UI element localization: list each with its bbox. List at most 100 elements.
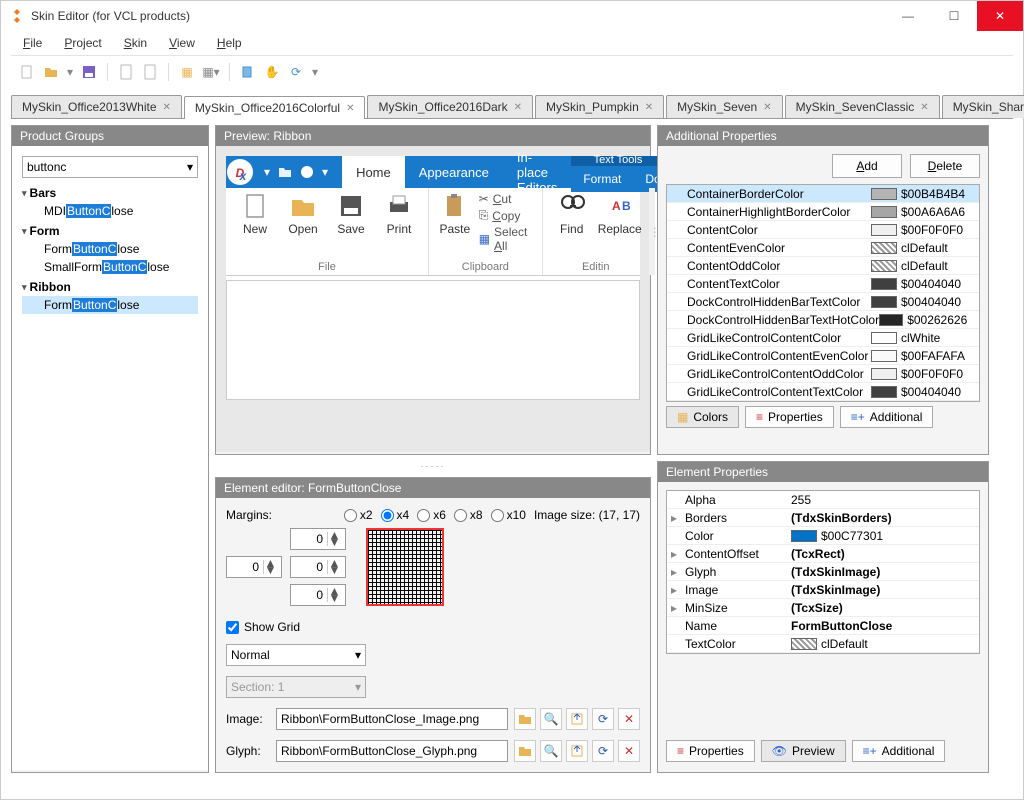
copy-icon[interactable] bbox=[238, 62, 258, 82]
tab-5[interactable]: MySkin_SevenClassic✕ bbox=[785, 95, 940, 118]
minimize-button[interactable]: — bbox=[885, 1, 931, 31]
margin-right[interactable]: ▲▼ bbox=[290, 556, 346, 578]
tab-4[interactable]: MySkin_Seven✕ bbox=[666, 95, 782, 118]
tree-group-bars[interactable]: Bars bbox=[22, 186, 198, 200]
scale-x8[interactable]: x8 bbox=[454, 508, 483, 522]
tree-group-form[interactable]: Form bbox=[22, 224, 198, 238]
tree-group-ribbon[interactable]: Ribbon bbox=[22, 280, 198, 294]
tab-1[interactable]: MySkin_Office2016Colorful✕ bbox=[184, 96, 366, 119]
close-icon[interactable]: ✕ bbox=[763, 102, 771, 113]
rib-cut[interactable]: ✂Cut bbox=[479, 192, 534, 206]
hand-icon[interactable]: ✋ bbox=[262, 62, 282, 82]
menu-project[interactable]: Project bbox=[56, 34, 109, 52]
additional-props-grid[interactable]: ContainerBorderColor$00B4B4B4ContainerHi… bbox=[666, 184, 980, 402]
reload-icon[interactable]: ⟳ bbox=[592, 740, 614, 762]
margin-bottom[interactable]: ▲▼ bbox=[290, 584, 346, 606]
maximize-button[interactable]: ☐ bbox=[931, 1, 977, 31]
dropdown2-icon[interactable]: ▾ bbox=[310, 62, 320, 82]
rib-open[interactable]: Open bbox=[282, 192, 324, 236]
rib-copy[interactable]: ⎘Copy bbox=[479, 208, 534, 223]
element-props-grid[interactable]: Alpha255▸Borders(TdxSkinBorders)Color$00… bbox=[666, 490, 980, 654]
ep-tab-preview[interactable]: 👁Preview bbox=[761, 740, 846, 762]
save-icon[interactable] bbox=[79, 62, 99, 82]
menu-help[interactable]: Help bbox=[209, 34, 250, 52]
tree-item[interactable]: FormButtonClose bbox=[22, 240, 198, 258]
ap-tab-additional[interactable]: ≡+Additional bbox=[840, 406, 934, 428]
rib-print[interactable]: Print bbox=[378, 192, 420, 236]
close-icon[interactable]: ✕ bbox=[645, 102, 653, 113]
reload-icon[interactable]: ⟳ bbox=[592, 708, 614, 730]
menu-file[interactable]: File bbox=[15, 34, 50, 52]
margin-left[interactable]: ▲▼ bbox=[226, 556, 282, 578]
grid1-icon[interactable]: ▦ bbox=[177, 62, 197, 82]
tab-0[interactable]: MySkin_Office2013White✕ bbox=[11, 95, 182, 118]
scale-x4[interactable]: x4 bbox=[381, 508, 410, 522]
ap-tab-colors[interactable]: ▦Colors bbox=[666, 406, 739, 428]
chevron-down-icon: ▾ bbox=[187, 160, 193, 174]
grid2-icon[interactable]: ▦▾ bbox=[201, 62, 221, 82]
delete-icon[interactable]: ✕ bbox=[618, 708, 640, 730]
find-icon[interactable]: 🔍 bbox=[540, 708, 562, 730]
rib-find[interactable]: Find bbox=[551, 192, 593, 236]
delete-icon[interactable]: ✕ bbox=[618, 740, 640, 762]
section-combo[interactable]: Section: 1▾ bbox=[226, 676, 366, 698]
tree-item-selected[interactable]: FormButtonClose bbox=[22, 296, 198, 314]
scale-x2[interactable]: x2 bbox=[344, 508, 373, 522]
browse-icon[interactable] bbox=[514, 708, 536, 730]
qat-open-icon[interactable] bbox=[278, 165, 292, 179]
product-groups-header: Product Groups bbox=[12, 126, 208, 146]
rib-replace[interactable]: ABReplace bbox=[599, 192, 641, 236]
tab-6[interactable]: MySkin_Sharp✕ bbox=[942, 95, 1024, 118]
refresh-icon[interactable]: ⟳ bbox=[286, 62, 306, 82]
open-icon[interactable] bbox=[41, 62, 61, 82]
state-combo[interactable]: Normal▾ bbox=[226, 644, 366, 666]
ep-tab-properties[interactable]: ≡Properties bbox=[666, 740, 755, 762]
ribbon-tab-home[interactable]: Home bbox=[342, 156, 405, 188]
doc1-icon[interactable] bbox=[116, 62, 136, 82]
tree-item[interactable]: MDIButtonClose bbox=[22, 202, 198, 220]
ep-tab-additional[interactable]: ≡+Additional bbox=[852, 740, 946, 762]
rib-paste[interactable]: Paste bbox=[437, 192, 473, 236]
image-path[interactable] bbox=[276, 708, 508, 730]
element-props-header: Element Properties bbox=[658, 462, 988, 482]
close-button[interactable]: ✕ bbox=[977, 1, 1023, 31]
show-grid-check[interactable]: Show Grid bbox=[226, 620, 640, 634]
export-icon[interactable] bbox=[566, 708, 588, 730]
close-icon[interactable]: ✕ bbox=[346, 103, 354, 114]
splitter-h[interactable]: ····· bbox=[215, 461, 651, 471]
tab-2[interactable]: MySkin_Office2016Dark✕ bbox=[367, 95, 533, 118]
rib-save[interactable]: Save bbox=[330, 192, 372, 236]
add-button[interactable]: Add bbox=[832, 154, 902, 178]
dropdown-icon[interactable]: ▾ bbox=[65, 62, 75, 82]
glyph-path[interactable] bbox=[276, 740, 508, 762]
margin-top[interactable]: ▲▼ bbox=[290, 528, 346, 550]
qat-dd-icon[interactable]: ▾ bbox=[322, 165, 328, 179]
select-icon: ▦ bbox=[479, 232, 490, 246]
ribbon-grip[interactable]: ⋮ bbox=[649, 188, 655, 275]
new-icon[interactable] bbox=[17, 62, 37, 82]
ap-tab-properties[interactable]: ≡Properties bbox=[745, 406, 834, 428]
rib-new[interactable]: New bbox=[234, 192, 276, 236]
qat-circle-icon[interactable] bbox=[300, 165, 314, 179]
close-icon[interactable]: ✕ bbox=[514, 102, 522, 113]
close-icon[interactable]: ✕ bbox=[920, 102, 928, 113]
close-icon[interactable]: ✕ bbox=[163, 102, 171, 113]
rib-selectall[interactable]: ▦Select All bbox=[479, 225, 534, 253]
tab-3[interactable]: MySkin_Pumpkin✕ bbox=[535, 95, 664, 118]
browse-icon[interactable] bbox=[514, 740, 536, 762]
ribbon-tab-appearance[interactable]: Appearance bbox=[405, 156, 503, 188]
menu-skin[interactable]: Skin bbox=[116, 34, 155, 52]
ribbon-tab-editors[interactable]: In-place Editors bbox=[503, 156, 571, 188]
filter-combo[interactable]: buttonc▾ bbox=[22, 156, 198, 178]
menu-view[interactable]: View bbox=[161, 34, 203, 52]
tree-item[interactable]: SmallFormButtonClose bbox=[22, 258, 198, 276]
export-icon[interactable] bbox=[566, 740, 588, 762]
scale-x10[interactable]: x10 bbox=[491, 508, 526, 522]
find-icon[interactable]: 🔍 bbox=[540, 740, 562, 762]
qat-save-icon[interactable]: ▾ bbox=[264, 165, 270, 179]
delete-button[interactable]: Delete bbox=[910, 154, 980, 178]
doc2-icon[interactable] bbox=[140, 62, 160, 82]
additional-props-panel: Additional Properties Add Delete Contain… bbox=[657, 125, 989, 455]
ribbon-context: Text Tools Format Do bbox=[571, 156, 664, 188]
scale-x6[interactable]: x6 bbox=[417, 508, 446, 522]
